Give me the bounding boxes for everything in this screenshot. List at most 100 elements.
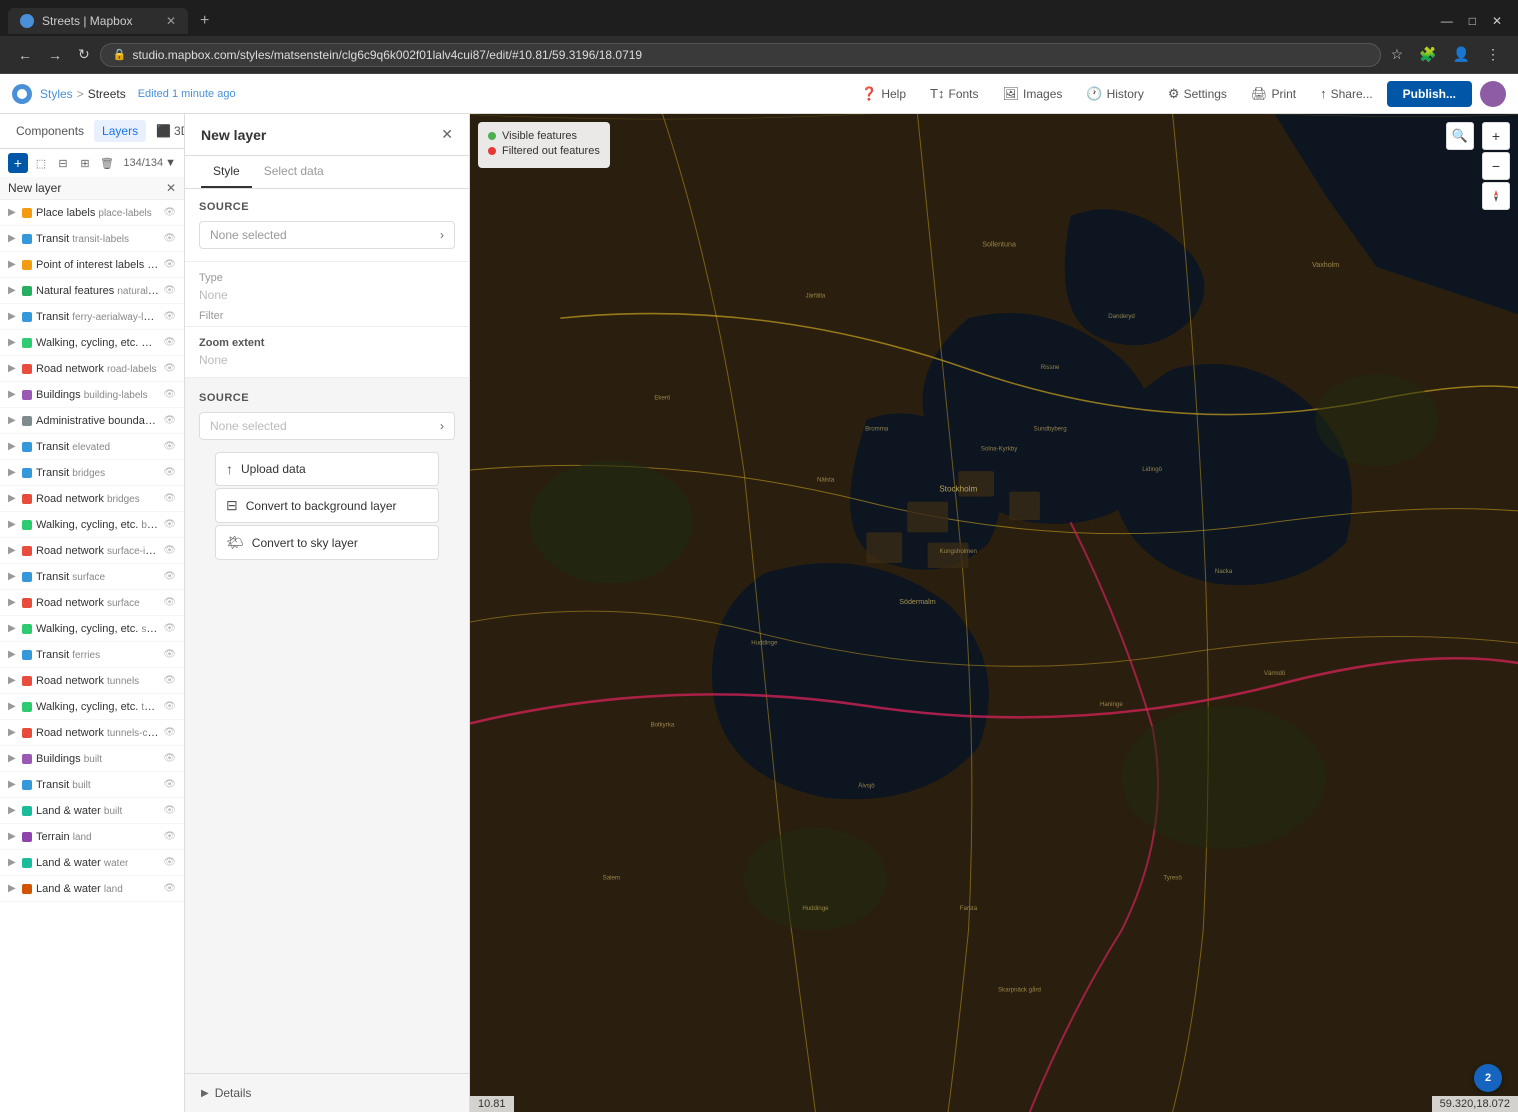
window-close-btn[interactable]: ✕ <box>1484 10 1510 32</box>
eye-icon[interactable]: 👁 <box>163 363 176 374</box>
eye-icon[interactable]: 👁 <box>163 441 176 452</box>
source-input-wrap[interactable]: None selected › <box>199 221 455 249</box>
layer-item-walk-tunnels[interactable]: ▶ Walking, cycling, etc. tunnels 👁 <box>0 694 184 720</box>
settings-btn[interactable]: ⚙ Settings <box>1158 82 1237 106</box>
eye-icon[interactable]: 👁 <box>163 883 176 894</box>
layer-item-land-water-water[interactable]: ▶ Land & water water 👁 <box>0 850 184 876</box>
extensions-btn[interactable]: 🧩 <box>1413 42 1442 67</box>
tab-layers[interactable]: Layers <box>94 120 146 142</box>
layer-item-road-labels[interactable]: ▶ Road network road-labels 👁 <box>0 356 184 382</box>
tab-components[interactable]: Components <box>8 120 92 142</box>
eye-icon[interactable]: 👁 <box>163 519 176 530</box>
new-tab-btn[interactable]: + <box>188 6 368 36</box>
tab-close-btn[interactable]: ✕ <box>166 14 176 28</box>
profile-btn[interactable]: 👤 <box>1447 42 1476 67</box>
tab-select-data[interactable]: Select data <box>252 156 336 188</box>
eye-icon[interactable]: 👁 <box>163 857 176 868</box>
eye-icon[interactable]: 👁 <box>163 415 176 426</box>
eye-icon[interactable]: 👁 <box>163 493 176 504</box>
filter-icon[interactable]: ▼ <box>165 157 176 169</box>
eye-icon[interactable]: 👁 <box>163 207 176 218</box>
compass-btn[interactable] <box>1482 182 1510 210</box>
layer-item-transit-surface[interactable]: ▶ Transit surface 👁 <box>0 564 184 590</box>
publish-btn[interactable]: Publish... <box>1387 81 1472 107</box>
eye-icon[interactable]: 👁 <box>163 753 176 764</box>
layer-item-place-labels[interactable]: ▶ Place labels place-labels 👁 <box>0 200 184 226</box>
layer-item-road-tunnels-case[interactable]: ▶ Road network tunnels-case 👁 <box>0 720 184 746</box>
user-avatar[interactable] <box>1480 81 1506 107</box>
eye-icon[interactable]: 👁 <box>163 779 176 790</box>
layer-item-transit-elevated[interactable]: ▶ Transit elevated 👁 <box>0 434 184 460</box>
eye-icon[interactable]: 👁 <box>163 597 176 608</box>
new-layer-close-btn[interactable]: ✕ <box>441 126 453 143</box>
layer-item-walk-barriers[interactable]: ▶ Walking, cycling, etc. barriers-bridge… <box>0 512 184 538</box>
layer-icon-btn-2[interactable]: ⊟ <box>54 154 72 172</box>
layer-item-building-labels[interactable]: ▶ Buildings building-labels 👁 <box>0 382 184 408</box>
layer-item-land-water-land[interactable]: ▶ Land & water land 👁 <box>0 876 184 902</box>
tab-3d[interactable]: ⬛ 3D <box>148 120 185 142</box>
layer-item-admin[interactable]: ▶ Administrative boundaries admin 👁 <box>0 408 184 434</box>
bookmark-btn[interactable]: ☆ <box>1385 42 1410 67</box>
history-btn[interactable]: 🕐 History <box>1076 82 1154 106</box>
refresh-btn[interactable]: ↻ <box>72 42 96 67</box>
layer-delete-btn[interactable]: 🗑 <box>98 154 116 172</box>
images-btn[interactable]: 🖼 Images <box>993 82 1073 106</box>
print-btn[interactable]: 🖨 Print <box>1241 82 1306 106</box>
layer-item-land-water-built[interactable]: ▶ Land & water built 👁 <box>0 798 184 824</box>
tab-style[interactable]: Style <box>201 156 252 188</box>
layer-item-poi-labels[interactable]: ▶ Point of interest labels poi-labels 👁 <box>0 252 184 278</box>
eye-icon[interactable]: 👁 <box>163 701 176 712</box>
eye-icon[interactable]: 👁 <box>163 467 176 478</box>
eye-icon[interactable]: 👁 <box>163 831 176 842</box>
eye-icon[interactable]: 👁 <box>163 649 176 660</box>
convert-sky-btn[interactable]: 🌤 Convert to sky layer <box>215 525 439 560</box>
upload-data-btn[interactable]: ↑ Upload data <box>215 452 439 486</box>
layer-item-walk-surface[interactable]: ▶ Walking, cycling, etc. surface 👁 <box>0 616 184 642</box>
layer-item-transit-bridges[interactable]: ▶ Transit bridges 👁 <box>0 460 184 486</box>
eye-icon[interactable]: 👁 <box>163 233 176 244</box>
layer-item-transit-built[interactable]: ▶ Transit built 👁 <box>0 772 184 798</box>
layer-item-natural-labels[interactable]: ▶ Natural features natural-labels 👁 <box>0 278 184 304</box>
eye-icon[interactable]: 👁 <box>163 259 176 270</box>
eye-icon[interactable]: 👁 <box>163 727 176 738</box>
share-btn[interactable]: ↑ Share... <box>1310 82 1383 105</box>
layer-icon-btn-1[interactable]: ⬚ <box>32 154 50 172</box>
layer-icon-btn-3[interactable]: ⊞ <box>76 154 94 172</box>
layer-item-road-tunnels[interactable]: ▶ Road network tunnels 👁 <box>0 668 184 694</box>
window-minimize-btn[interactable]: — <box>1433 10 1461 32</box>
eye-icon[interactable]: 👁 <box>163 389 176 400</box>
layer-item-transit-ferries[interactable]: ▶ Transit ferries 👁 <box>0 642 184 668</box>
map-area[interactable]: Stockholm Sollentuna Järfälla Danderyd E… <box>470 114 1518 1112</box>
zoom-in-btn[interactable]: + <box>1482 122 1510 150</box>
back-btn[interactable]: ← <box>12 43 38 67</box>
layer-item-terrain-land[interactable]: ▶ Terrain land 👁 <box>0 824 184 850</box>
notification-btn[interactable]: 2 <box>1474 1064 1502 1092</box>
new-layer-close-btn[interactable]: ✕ <box>166 181 176 195</box>
eye-icon[interactable]: 👁 <box>163 675 176 686</box>
layer-item-road-surface[interactable]: ▶ Road network surface 👁 <box>0 590 184 616</box>
active-tab[interactable]: Streets | Mapbox ✕ <box>8 8 188 34</box>
help-btn[interactable]: ❓ Help <box>851 82 916 106</box>
eye-icon[interactable]: 👁 <box>163 311 176 322</box>
layer-item-road-surface-icons[interactable]: ▶ Road network surface-icons 👁 <box>0 538 184 564</box>
layer-item-ferry-labels[interactable]: ▶ Transit ferry-aerialway-labels 👁 <box>0 304 184 330</box>
rp-source-select[interactable]: None selected › <box>199 412 455 440</box>
zoom-out-btn[interactable]: − <box>1482 152 1510 180</box>
eye-icon[interactable]: 👁 <box>163 337 176 348</box>
map-search-btn[interactable]: 🔍 <box>1446 122 1474 150</box>
add-layer-btn[interactable]: + <box>8 153 28 173</box>
eye-icon[interactable]: 👁 <box>163 545 176 556</box>
window-maximize-btn[interactable]: □ <box>1461 10 1484 32</box>
layer-item-walking[interactable]: ▶ Walking, cycling, etc. walking-cycling… <box>0 330 184 356</box>
address-bar[interactable]: 🔒 studio.mapbox.com/styles/matsenstein/c… <box>100 43 1381 67</box>
styles-nav-link[interactable]: Styles <box>40 87 73 101</box>
eye-icon[interactable]: 👁 <box>163 285 176 296</box>
layer-item-transit-labels[interactable]: ▶ Transit transit-labels 👁 <box>0 226 184 252</box>
eye-icon[interactable]: 👁 <box>163 571 176 582</box>
convert-bg-btn[interactable]: ⊟ Convert to background layer <box>215 488 439 523</box>
eye-icon[interactable]: 👁 <box>163 805 176 816</box>
details-section[interactable]: ▶ Details <box>185 1073 469 1112</box>
layer-item-buildings-built[interactable]: ▶ Buildings built 👁 <box>0 746 184 772</box>
layer-item-road-bridges[interactable]: ▶ Road network bridges 👁 <box>0 486 184 512</box>
eye-icon[interactable]: 👁 <box>163 623 176 634</box>
